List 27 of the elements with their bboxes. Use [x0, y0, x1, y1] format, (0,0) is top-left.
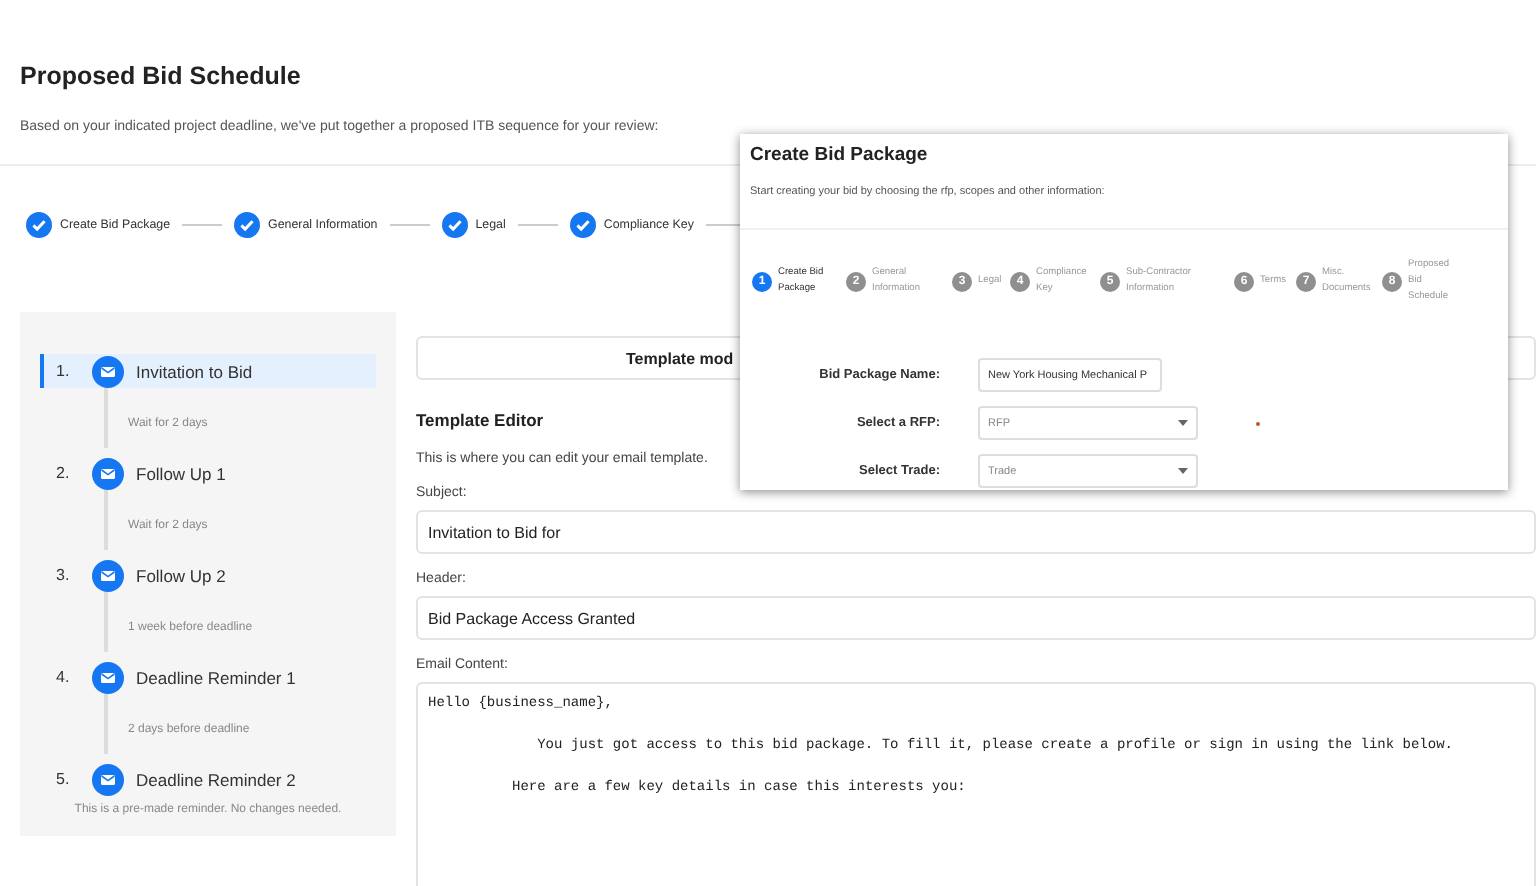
envelope-icon: [92, 559, 124, 591]
envelope-icon: [92, 763, 124, 795]
caret-icon: [1178, 419, 1188, 427]
item-title: Deadline Reminder 1: [136, 667, 296, 687]
item-number: 2.: [56, 464, 72, 482]
dialog-title: Create Bid Package: [748, 142, 930, 166]
item-title: Follow Up 1: [136, 463, 226, 483]
item-number: 3.: [56, 566, 72, 584]
page-title: Proposed Bid Schedule: [20, 60, 303, 94]
item-number: 5.: [56, 770, 72, 788]
caret-icon: [1178, 467, 1188, 475]
schedule-item[interactable]: 5. Deadline Reminder 2: [40, 762, 376, 796]
envelope-icon: [92, 457, 124, 489]
schedule-item[interactable]: 3. Follow Up 2: [40, 558, 376, 592]
item-title: Invitation to Bid: [136, 361, 253, 381]
schedule-item[interactable]: 1. Invitation to Bid: [40, 354, 376, 388]
editor-title: Template Editor: [416, 410, 544, 430]
header-field[interactable]: Bid Package Access Granted: [416, 596, 1536, 640]
item-number: 4.: [56, 668, 72, 686]
item-title: Deadline Reminder 2: [136, 769, 296, 789]
envelope-icon: [92, 355, 124, 387]
schedule-item[interactable]: 4. Deadline Reminder 1: [40, 660, 376, 694]
subject-field[interactable]: Invitation to Bid for: [416, 510, 1536, 554]
item-title: Follow Up 2: [136, 565, 226, 585]
schedule-item[interactable]: 2. Follow Up 1: [40, 456, 376, 490]
envelope-icon: [92, 661, 124, 693]
item-number: 1.: [56, 362, 72, 380]
